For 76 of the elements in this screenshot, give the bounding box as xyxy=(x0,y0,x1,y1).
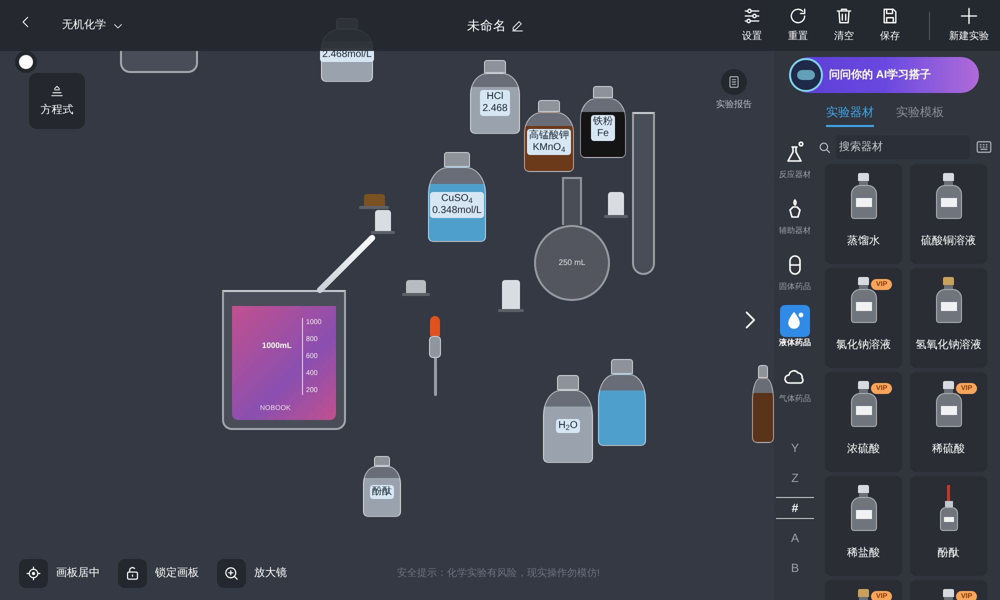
bottle-neck xyxy=(484,60,506,73)
bottle-label: 酚酞 xyxy=(370,484,394,499)
category-item[interactable]: 气体药品 xyxy=(775,361,815,417)
bottle-label: HCl 2.468 xyxy=(480,90,510,116)
bottle-neck xyxy=(374,456,390,466)
bottle-neck xyxy=(557,375,579,390)
circle-handle[interactable] xyxy=(15,51,37,73)
toolbar-button[interactable]: 清空 xyxy=(821,6,867,44)
pencil-icon[interactable] xyxy=(511,19,524,32)
tab[interactable]: 实验器材 xyxy=(826,103,874,127)
category-item[interactable]: 辅助器材 xyxy=(775,193,815,249)
bottle-label: H$_{2}$O xyxy=(556,419,580,434)
search-field[interactable]: 搜索器材 xyxy=(836,135,970,159)
volume-label: 1000mL xyxy=(262,340,292,352)
bottle-neck xyxy=(538,100,560,112)
tab[interactable]: 实验模板 xyxy=(896,103,944,127)
material-card[interactable]: 硫酸铜溶液 xyxy=(910,164,987,264)
bottle-label: CuSO$_{4}$ 0.348mol/L xyxy=(430,192,484,218)
index-letter[interactable]: Z xyxy=(776,467,814,489)
reagent-bottle[interactable] xyxy=(752,365,774,443)
bottle-label: 铁粉 Fe xyxy=(591,115,615,142)
index-letter[interactable]: B xyxy=(776,557,814,579)
unlock-icon xyxy=(124,565,141,582)
bottle-label: 高锰酸钾 KMnO$_{4}$ xyxy=(527,129,571,156)
bottle-icon xyxy=(850,173,876,219)
glass-container[interactable] xyxy=(120,51,198,73)
category-item[interactable]: 液体药品 xyxy=(775,305,815,361)
list-icon xyxy=(727,75,741,89)
material-card[interactable]: 氢氧化钠溶液 xyxy=(910,268,987,368)
settings-icon xyxy=(742,6,762,26)
refresh-icon xyxy=(788,6,808,26)
experiment-title: 未命名 xyxy=(467,17,506,35)
toolbar-button[interactable]: 设置 xyxy=(729,6,775,44)
zoom-in-icon xyxy=(223,565,240,582)
ai-banner[interactable]: 问问你的 AI学习搭子 xyxy=(791,57,979,93)
equation-button[interactable]: 方程式 xyxy=(29,73,85,129)
tool-button[interactable]: 放大镜 xyxy=(217,559,287,588)
category-item[interactable]: 固体药品 xyxy=(775,249,815,305)
toolbar-button[interactable]: 重置 xyxy=(775,6,821,44)
toolbar-button[interactable]: 保存 xyxy=(867,6,913,44)
bottle-icon xyxy=(850,485,876,531)
bottle-neck xyxy=(592,86,614,98)
volume-label: 250 mL xyxy=(558,257,586,269)
stopper[interactable] xyxy=(371,210,395,234)
tool-button[interactable]: 锁定画板 xyxy=(118,559,199,588)
stopper[interactable] xyxy=(402,280,430,296)
subject-dropdown[interactable]: 无机化学 xyxy=(62,17,124,34)
crosshair-icon xyxy=(25,565,42,582)
stopper[interactable] xyxy=(498,280,524,312)
material-card[interactable]: 酚酞 xyxy=(910,476,987,576)
dropper[interactable] xyxy=(427,316,443,396)
bottle-icon xyxy=(850,277,876,323)
search-icon xyxy=(817,140,832,154)
flask-neck xyxy=(562,177,582,225)
stopper[interactable] xyxy=(604,192,628,218)
safety-tip: 安全提示：化学实验有风险，现实操作勿模仿! xyxy=(397,566,600,581)
bottle-icon xyxy=(936,277,962,323)
report-button[interactable]: 实验报告 xyxy=(711,69,757,112)
material-card[interactable]: 稀盐酸 xyxy=(825,476,902,576)
bottle-neck xyxy=(611,359,633,374)
bottle-neck xyxy=(758,365,768,378)
bottle-icon xyxy=(936,381,962,427)
material-card[interactable]: 蒸馏水 xyxy=(825,164,902,264)
plus-icon xyxy=(959,6,979,26)
index-letter[interactable]: # xyxy=(776,497,814,519)
bottle-icon xyxy=(850,381,876,427)
keyboard-icon[interactable] xyxy=(974,138,994,156)
trash-icon xyxy=(834,6,854,26)
category-item[interactable]: 反应器材 xyxy=(775,137,815,193)
tool-button[interactable]: 画板居中 xyxy=(19,559,100,588)
reagent-bottle[interactable] xyxy=(598,359,646,446)
bottle-icon xyxy=(936,173,962,219)
index-letter[interactable]: A xyxy=(776,527,814,549)
bottle-neck xyxy=(444,152,470,168)
toolbar-button[interactable]: 新建实验 xyxy=(946,6,992,44)
index-letter[interactable]: Y xyxy=(776,437,814,459)
